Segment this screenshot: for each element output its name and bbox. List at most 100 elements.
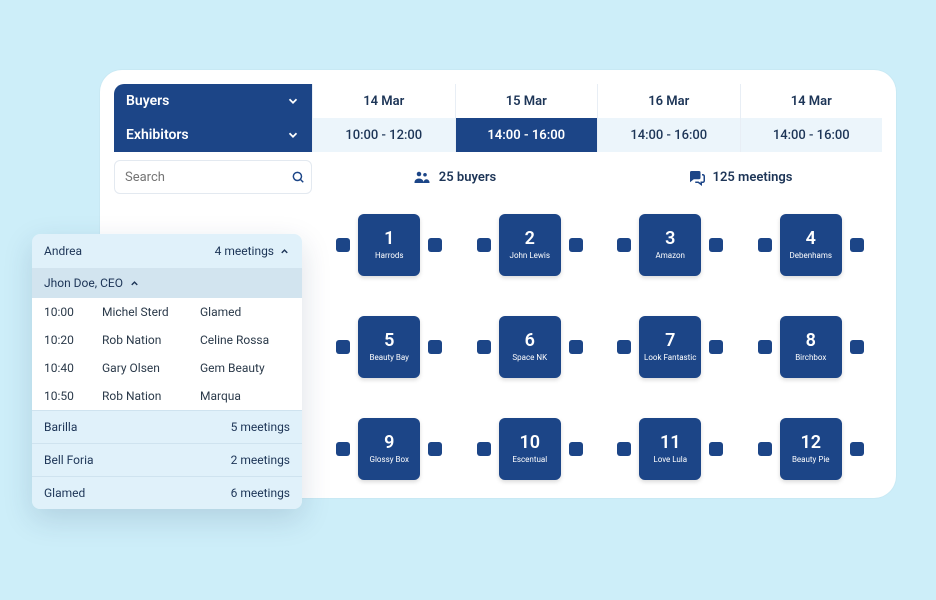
exhibitor-tile[interactable]: 11 Love Lula xyxy=(605,418,736,480)
peg-left xyxy=(336,442,350,456)
date-cell[interactable]: 14 Mar xyxy=(740,84,883,118)
date-cell[interactable]: 15 Mar xyxy=(455,84,598,118)
exhibitor-tile[interactable]: 5 Beauty Bay xyxy=(324,316,455,378)
peg-left xyxy=(617,340,631,354)
header-row-times: Exhibitors 10:00 - 12:00 14:00 - 16:00 1… xyxy=(114,118,882,152)
tile-number: 5 xyxy=(384,332,394,350)
tile-number: 4 xyxy=(806,230,816,248)
schedule-row[interactable]: 10:00Michel SterdGlamed xyxy=(32,298,302,326)
peg-right xyxy=(428,238,442,252)
tile-number: 8 xyxy=(806,332,816,350)
tile-number: 12 xyxy=(800,434,821,452)
peg-right xyxy=(569,238,583,252)
sched-company: Celine Rossa xyxy=(200,333,290,347)
tile-label: John Lewis xyxy=(510,252,550,261)
time-row: 10:00 - 12:00 14:00 - 16:00 14:00 - 16:0… xyxy=(312,118,882,152)
tile-label: Harrods xyxy=(375,252,404,261)
exhibitor-tile[interactable]: 1 Harrods xyxy=(324,214,455,276)
search-input[interactable] xyxy=(125,170,291,185)
summary-list: Barilla 5 meetings Bell Foria2 meetingsGla… xyxy=(32,410,302,509)
tile[interactable]: 7Look Fantastic xyxy=(639,316,701,378)
tile[interactable]: 8 Birchbox xyxy=(780,316,842,378)
tile[interactable]: 6 Space NK xyxy=(499,316,561,378)
buyer-detail-card: Andrea 4 meetings Jhon Doe, CEO 10:00Mic… xyxy=(32,234,302,509)
tile[interactable]: 1 Harrods xyxy=(358,214,420,276)
peg-left xyxy=(758,442,772,456)
date-cell[interactable]: 16 Mar xyxy=(597,84,740,118)
summary-row[interactable]: Bell Foria2 meetings xyxy=(32,443,302,476)
header-row-dates: Buyers 14 Mar 15 Mar 16 Mar 14 Mar xyxy=(114,84,882,118)
tile[interactable]: 3Amazon xyxy=(639,214,701,276)
date-cell[interactable]: 14 Mar xyxy=(312,84,455,118)
date-row: 14 Mar 15 Mar 16 Mar 14 Mar xyxy=(312,84,882,118)
tile-number: 6 xyxy=(525,332,535,350)
tile[interactable]: 11 Love Lula xyxy=(639,418,701,480)
exhibitor-tile[interactable]: 9Glossy Box xyxy=(324,418,455,480)
tile[interactable]: 10Escentual xyxy=(499,418,561,480)
tile[interactable]: 9Glossy Box xyxy=(358,418,420,480)
tile-number: 1 xyxy=(384,230,394,248)
tile-label: Love Lula xyxy=(653,456,687,465)
tile-number: 11 xyxy=(660,434,681,452)
tile[interactable]: 5 Beauty Bay xyxy=(358,316,420,378)
peg-left xyxy=(617,442,631,456)
sched-person: Rob Nation xyxy=(102,389,200,403)
exhibitor-tile[interactable]: 7Look Fantastic xyxy=(605,316,736,378)
peg-right xyxy=(850,340,864,354)
sched-person: Gary Olsen xyxy=(102,361,200,375)
buyers-count: 25 buyers xyxy=(439,170,496,185)
time-cell[interactable]: 10:00 - 12:00 xyxy=(312,118,455,152)
peg-left xyxy=(336,340,350,354)
peg-right xyxy=(428,442,442,456)
tile-label: Beauty Bay xyxy=(370,354,409,363)
schedule-row[interactable]: 10:20Rob NationCeline Rossa xyxy=(32,326,302,354)
exhibitors-dropdown[interactable]: Exhibitors xyxy=(114,118,312,152)
card-header[interactable]: Andrea 4 meetings xyxy=(32,234,302,268)
summary-count: 5 meetings xyxy=(231,420,290,434)
tile-label: Beauty Pie xyxy=(792,456,830,465)
sched-company: Gem Beauty xyxy=(200,361,290,375)
exhibitor-tile[interactable]: 8 Birchbox xyxy=(746,316,877,378)
person-row[interactable]: Jhon Doe, CEO xyxy=(32,268,302,298)
peg-left xyxy=(758,238,772,252)
peg-right xyxy=(428,340,442,354)
exhibitor-tile[interactable]: 10Escentual xyxy=(465,418,596,480)
exhibitor-tile[interactable]: 3Amazon xyxy=(605,214,736,276)
sched-company: Marqua xyxy=(200,389,290,403)
exhibitor-tile[interactable]: 2John Lewis xyxy=(465,214,596,276)
tile-label: Birchbox xyxy=(795,354,826,363)
chevron-down-icon xyxy=(286,94,300,108)
summary-row[interactable]: Glamed6 meetings xyxy=(32,476,302,509)
time-cell[interactable]: 14:00 - 16:00 xyxy=(740,118,883,152)
search-box[interactable] xyxy=(114,160,312,194)
chevron-up-icon xyxy=(279,246,290,257)
tile[interactable]: 12 Beauty Pie xyxy=(780,418,842,480)
tile-label: Escentual xyxy=(512,456,547,465)
sched-time: 10:20 xyxy=(44,333,102,347)
tile[interactable]: 2John Lewis xyxy=(499,214,561,276)
exhibitor-tile[interactable]: 6 Space NK xyxy=(465,316,596,378)
search-icon xyxy=(291,170,305,184)
time-cell-active[interactable]: 14:00 - 16:00 xyxy=(455,118,598,152)
schedule-list: 10:00Michel SterdGlamed10:20Rob NationCe… xyxy=(32,298,302,410)
person-name: Jhon Doe, CEO xyxy=(44,276,123,290)
chevron-up-icon xyxy=(129,278,140,289)
tile-label: Space NK xyxy=(512,354,547,363)
schedule-row[interactable]: 10:40Gary OlsenGem Beauty xyxy=(32,354,302,382)
sched-time: 10:40 xyxy=(44,361,102,375)
chevron-down-icon xyxy=(286,128,300,142)
tile[interactable]: 4Debenhams xyxy=(780,214,842,276)
summary-name: Barilla xyxy=(44,420,77,434)
schedule-row[interactable]: 10:50Rob NationMarqua xyxy=(32,382,302,410)
exhibitor-tile[interactable]: 4Debenhams xyxy=(746,214,877,276)
buyers-stat: 25 buyers xyxy=(312,168,597,186)
tile-label: Amazon xyxy=(656,252,685,261)
summary-row[interactable]: Barilla 5 meetings xyxy=(32,410,302,443)
time-cell[interactable]: 14:00 - 16:00 xyxy=(597,118,740,152)
peg-left xyxy=(477,442,491,456)
buyers-label: Buyers xyxy=(126,93,169,109)
exhibitor-tile[interactable]: 12 Beauty Pie xyxy=(746,418,877,480)
sched-company: Glamed xyxy=(200,305,290,319)
sched-person: Rob Nation xyxy=(102,333,200,347)
buyers-dropdown[interactable]: Buyers xyxy=(114,84,312,118)
